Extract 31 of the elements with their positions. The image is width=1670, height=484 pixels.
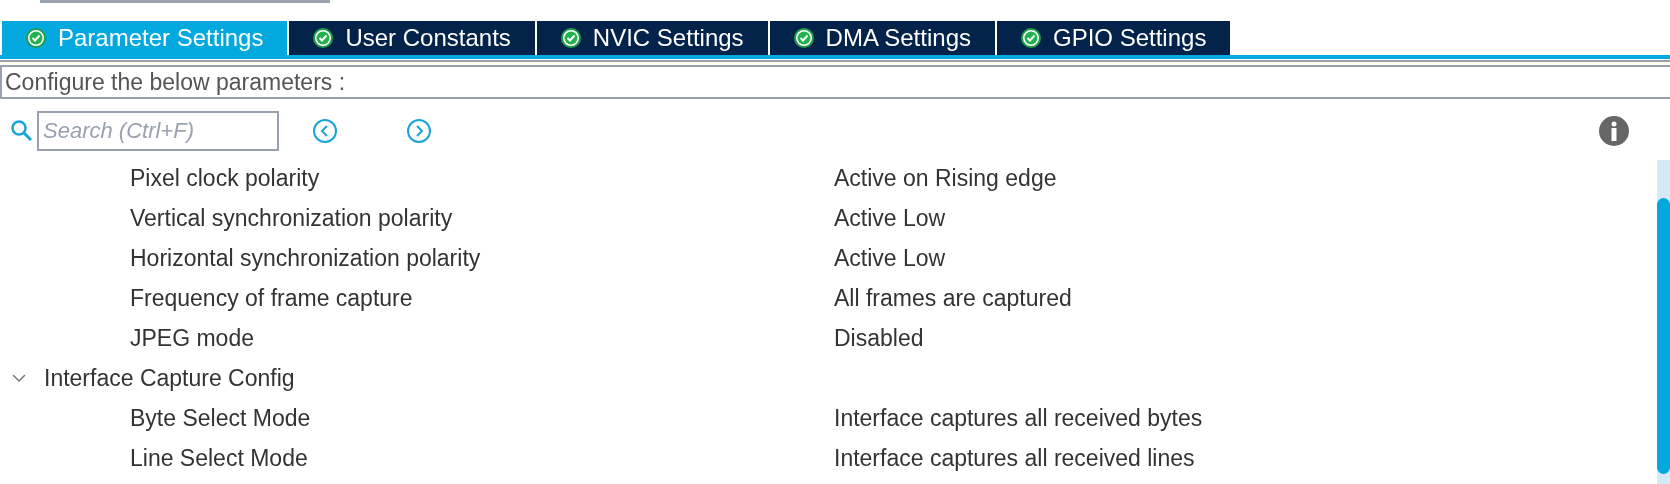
search-field[interactable]: Search (Ctrl+F) [37, 111, 279, 151]
parameter-value[interactable]: Active on Rising edge [834, 160, 1057, 196]
previous-icon[interactable] [312, 118, 338, 144]
parameter-value[interactable]: Active Low [834, 200, 946, 236]
parameter-value[interactable]: Interface captures all received bytes [834, 400, 1203, 436]
header-text: Configure the below parameters : [4, 67, 346, 97]
tab[interactable]: NVIC Settings [536, 21, 768, 55]
parameter-label: Pixel clock polarity [130, 163, 321, 193]
info-icon[interactable] [1598, 115, 1630, 147]
parameter-label: Horizontal synchronization polarity [130, 243, 482, 273]
check-icon [313, 28, 334, 48]
parameter-label: Byte Select Mode [130, 403, 312, 433]
chevron-icon[interactable] [12, 371, 26, 385]
search-icon [10, 119, 34, 143]
group-label: Interface Capture Config [44, 363, 295, 393]
parameter-label: Vertical synchronization polarity [130, 203, 454, 233]
parameter-label: Line Select Mode [130, 443, 309, 473]
tab[interactable]: GPIO Settings [997, 21, 1231, 55]
parameter-value[interactable]: Interface captures all received lines [834, 440, 1195, 476]
parameter-value[interactable]: All frames are captured [834, 280, 1072, 316]
check-icon [793, 28, 814, 48]
check-icon [1021, 28, 1041, 48]
parameter-value[interactable]: Active Low [834, 240, 946, 276]
parameter-label: Frequency of frame capture [130, 283, 414, 313]
parameter-label: JPEG mode [130, 323, 255, 353]
check-icon [26, 28, 46, 48]
next-icon[interactable] [406, 118, 432, 144]
parameter-value[interactable]: Disabled [834, 320, 924, 356]
check-icon [560, 28, 581, 48]
tab[interactable]: DMA Settings [769, 21, 995, 55]
tab[interactable]: User Constants [289, 21, 535, 55]
